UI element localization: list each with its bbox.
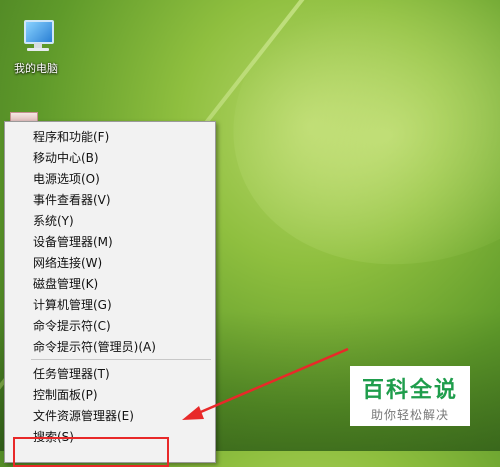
desktop-icon-my-computer[interactable]: 我的电脑 (8, 18, 64, 76)
computer-icon (18, 18, 54, 54)
highlight-box (13, 437, 169, 467)
menu-item-command-prompt-admin[interactable]: 命令提示符(管理员)(A) (6, 337, 212, 357)
watermark-logo: 百科全说 助你轻松解决 (350, 366, 470, 426)
menu-separator (31, 359, 211, 360)
menu-item-network-connections[interactable]: 网络连接(W) (6, 253, 212, 273)
menu-item-computer-management[interactable]: 计算机管理(G) (6, 295, 212, 315)
watermark-subtitle: 助你轻松解决 (370, 408, 449, 422)
menu-item-disk-management[interactable]: 磁盘管理(K) (6, 274, 212, 294)
menu-item-power-options[interactable]: 电源选项(O) (6, 169, 212, 189)
menu-item-task-manager[interactable]: 任务管理器(T) (6, 364, 212, 384)
menu-item-event-viewer[interactable]: 事件查看器(V) (6, 190, 212, 210)
menu-item-system[interactable]: 系统(Y) (6, 211, 212, 231)
wallpaper-highlight (192, 0, 500, 312)
menu-item-control-panel[interactable]: 控制面板(P) (6, 385, 212, 405)
desktop-icon-label: 我的电脑 (14, 62, 58, 75)
menu-item-programs-features[interactable]: 程序和功能(F) (6, 127, 212, 147)
menu-item-mobility-center[interactable]: 移动中心(B) (6, 148, 212, 168)
context-menu: 程序和功能(F) 移动中心(B) 电源选项(O) 事件查看器(V) 系统(Y) … (4, 121, 216, 463)
watermark-title: 百科全说 (361, 378, 458, 403)
menu-item-device-manager[interactable]: 设备管理器(M) (6, 232, 212, 252)
menu-item-command-prompt[interactable]: 命令提示符(C) (6, 316, 212, 336)
menu-item-file-explorer[interactable]: 文件资源管理器(E) (6, 406, 212, 426)
